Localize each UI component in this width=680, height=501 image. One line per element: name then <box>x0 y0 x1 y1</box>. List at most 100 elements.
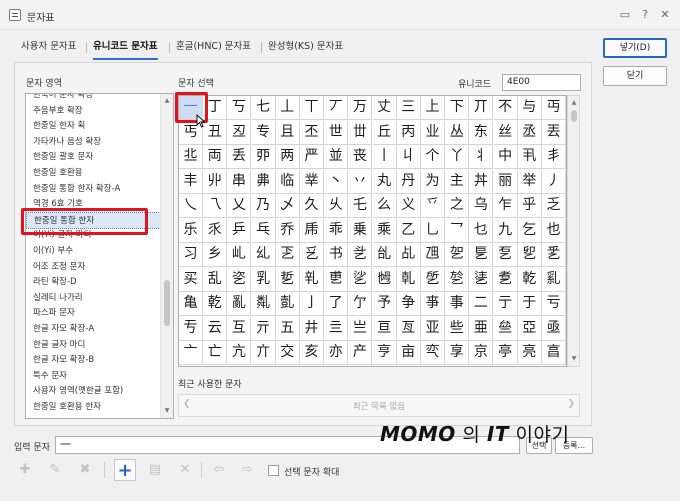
char-cell[interactable]: 亃 <box>251 292 276 316</box>
char-cell[interactable]: 乣 <box>251 243 276 267</box>
char-cell[interactable]: 亢 <box>227 341 252 365</box>
char-cell[interactable]: 乧 <box>348 243 373 267</box>
char-cell[interactable]: 上 <box>421 96 445 120</box>
char-cell[interactable]: 乵 <box>300 267 324 292</box>
tab-user-charmap[interactable]: 사용자 문자표 <box>21 36 76 60</box>
scroll-down-icon[interactable]: ▼ <box>161 405 173 417</box>
char-cell[interactable]: 亊 <box>421 292 445 316</box>
char-cell[interactable]: 丣 <box>251 145 276 169</box>
char-cell[interactable]: 云 <box>203 316 228 341</box>
char-cell[interactable]: 丩 <box>396 145 421 169</box>
char-cell[interactable]: 享 <box>445 341 470 365</box>
char-cell[interactable]: 乬 <box>469 243 494 267</box>
tab-unicode-charmap[interactable]: 유니코드 문자표 <box>93 36 158 60</box>
char-cell[interactable]: 丮 <box>517 145 542 169</box>
grid-scroll-up-icon[interactable]: ▲ <box>568 97 580 109</box>
edit-icon[interactable]: ▤ <box>144 459 166 481</box>
char-cell[interactable]: 三 <box>396 96 421 120</box>
char-cell[interactable]: 亁 <box>203 292 228 316</box>
char-cell[interactable]: 丿 <box>542 169 566 194</box>
help-icon[interactable]: ? <box>637 7 653 23</box>
char-cell[interactable]: 丅 <box>300 96 324 120</box>
char-cell[interactable]: 书 <box>324 243 349 267</box>
char-cell[interactable]: 乔 <box>275 218 300 243</box>
char-cell[interactable]: 亡 <box>203 341 228 365</box>
char-cell[interactable]: 亓 <box>251 316 276 341</box>
char-cell[interactable]: 交 <box>275 341 300 365</box>
move-right-icon[interactable]: ⇨ <box>236 459 258 481</box>
char-cell[interactable]: 乙 <box>396 218 421 243</box>
char-cell[interactable]: 亗 <box>348 316 373 341</box>
char-cell[interactable]: 于 <box>517 292 542 316</box>
char-cell[interactable]: 乒 <box>227 218 252 243</box>
char-cell[interactable]: 互 <box>227 316 252 341</box>
char-cell[interactable]: 乂 <box>227 194 252 218</box>
char-cell[interactable]: 丟 <box>542 120 566 145</box>
char-cell[interactable]: 亙 <box>396 316 421 341</box>
char-cell[interactable]: 亅 <box>300 292 324 316</box>
char-cell[interactable]: 之 <box>445 194 470 218</box>
char-cell[interactable]: 业 <box>421 120 445 145</box>
add-multiple-icon[interactable]: ✚ <box>14 459 36 481</box>
close-icon[interactable]: ✕ <box>657 7 673 23</box>
grid-scroll-thumb[interactable] <box>571 110 577 122</box>
char-area-item[interactable]: 어조 조정 문자 <box>33 259 85 276</box>
char-cell[interactable]: 乫 <box>445 243 470 267</box>
list-scroll-thumb[interactable] <box>164 280 170 326</box>
char-cell[interactable]: 亝 <box>493 316 518 341</box>
char-cell[interactable]: 乯 <box>542 243 566 267</box>
char-area-list[interactable]: 한국어 문자 확장 주음부호 확장 한중일 한자 획 가타카나 음성 확장 한중일 괄호… <box>25 93 174 419</box>
edit-multiple-icon[interactable]: ✎ <box>44 459 66 481</box>
char-area-item[interactable]: 사용자 영역(옛한글 포함) <box>33 383 123 400</box>
list-scrollbar[interactable]: ▲ ▼ <box>160 94 173 418</box>
char-cell[interactable]: 丨 <box>372 145 397 169</box>
char-cell[interactable]: 亀 <box>179 292 203 316</box>
move-left-icon[interactable]: ⇦ <box>208 459 230 481</box>
char-cell[interactable]: 亮 <box>517 341 542 365</box>
char-cell[interactable]: 乜 <box>469 218 494 243</box>
unicode-input[interactable]: 4E00 <box>502 74 581 91</box>
char-cell[interactable]: 丸 <box>372 169 397 194</box>
char-cell[interactable]: 丧 <box>348 145 373 169</box>
char-cell[interactable]: 串 <box>227 169 252 194</box>
char-cell[interactable]: 九 <box>493 218 518 243</box>
char-cell[interactable]: 丘 <box>372 120 397 145</box>
char-cell[interactable]: 丫 <box>445 145 470 169</box>
enlarge-checkbox[interactable] <box>268 465 279 476</box>
grid-scroll-down-icon[interactable]: ▼ <box>568 353 580 365</box>
char-area-item[interactable]: 파스파 문자 <box>33 305 75 322</box>
recent-chars[interactable]: ❮ 최근 목록 없음 ❯ <box>178 394 580 417</box>
char-cell[interactable]: 丗 <box>348 120 373 145</box>
chat-icon[interactable]: ▭ <box>617 7 633 23</box>
char-cell[interactable]: 亠 <box>179 341 203 365</box>
char-area-item[interactable]: 이(Yi) 부수 <box>33 243 73 260</box>
char-cell[interactable]: 丂 <box>227 96 252 120</box>
char-cell[interactable]: 与 <box>517 96 542 120</box>
char-cell[interactable]: 丰 <box>179 169 203 194</box>
char-cell[interactable]: 予 <box>372 292 397 316</box>
char-cell[interactable]: 丞 <box>517 120 542 145</box>
char-area-item[interactable]: 가타카나 음성 확장 <box>33 134 101 151</box>
tab-hnc-charmap[interactable]: 훈글(HNC) 문자표 <box>176 36 251 60</box>
char-cell[interactable]: 亚 <box>421 316 445 341</box>
char-cell[interactable]: 举 <box>517 169 542 194</box>
char-cell[interactable]: 争 <box>396 292 421 316</box>
char-cell[interactable]: 乳 <box>251 267 276 292</box>
char-cell[interactable]: 乖 <box>324 218 349 243</box>
char-area-item[interactable]: 주음부호 확장 <box>33 103 83 120</box>
char-cell[interactable]: 个 <box>421 145 445 169</box>
char-cell[interactable]: 亟 <box>542 316 566 341</box>
char-cell[interactable]: 习 <box>179 243 203 267</box>
char-cell[interactable]: 亍 <box>493 292 518 316</box>
char-cell[interactable]: 丝 <box>493 120 518 145</box>
char-cell[interactable]: 亪 <box>421 341 445 365</box>
char-cell[interactable]: 乸 <box>372 267 397 292</box>
char-cell[interactable]: 亄 <box>275 292 300 316</box>
char-cell[interactable]: 乱 <box>203 267 228 292</box>
char-cell[interactable]: 丏 <box>542 96 566 120</box>
char-area-item[interactable]: 한중일 호환용 <box>33 165 83 182</box>
char-cell[interactable]: 乓 <box>251 218 276 243</box>
char-cell[interactable]: 乹 <box>396 267 421 292</box>
char-area-item[interactable]: 한중일 통합 한자 확장-A <box>33 181 120 198</box>
char-cell[interactable]: 不 <box>493 96 518 120</box>
